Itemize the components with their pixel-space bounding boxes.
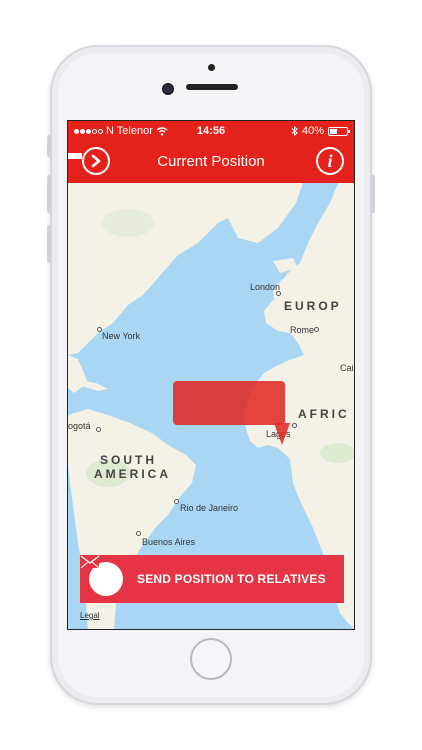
volume-up-button <box>47 175 51 213</box>
earpiece-speaker <box>186 84 238 90</box>
screen: N Telenor 14:56 40% Current Position i L… <box>67 120 355 630</box>
city-dot-buenos-aires <box>136 531 141 536</box>
battery-percent: 40% <box>301 125 324 137</box>
nav-bar: Current Position i <box>68 141 354 183</box>
front-camera <box>162 83 174 95</box>
map-label-london: London <box>250 282 281 292</box>
info-icon: i <box>327 150 333 171</box>
info-button[interactable]: i <box>316 147 344 175</box>
map-label-rome: Rome <box>290 325 315 335</box>
status-bar: N Telenor 14:56 40% <box>68 121 354 141</box>
bluetooth-icon <box>291 126 298 136</box>
silent-switch <box>47 135 51 157</box>
map-label-south: SOUTH <box>100 453 157 467</box>
battery-icon <box>328 126 350 136</box>
volume-down-button <box>47 225 51 263</box>
map-label-america: AMERICA <box>94 467 171 481</box>
city-dot-new-york <box>97 327 102 332</box>
home-button[interactable] <box>190 638 232 680</box>
envelope-icon <box>80 555 123 596</box>
city-dot-lagos <box>292 423 297 428</box>
map-label-africa: AFRIC <box>298 407 350 421</box>
legal-link[interactable]: Legal <box>80 611 100 620</box>
send-position-label: SEND POSITION TO RELATIVES <box>137 572 326 586</box>
send-position-button[interactable]: SEND POSITION TO RELATIVES <box>80 555 344 603</box>
page-title: Current Position <box>157 153 265 170</box>
map-label-new-york: New York <box>102 331 141 341</box>
position-callout[interactable] <box>173 381 285 425</box>
map-view[interactable]: London EUROP Rome Cai New York AFRIC Lag… <box>68 183 354 629</box>
sensor-dot <box>208 64 215 71</box>
position-pin-tail <box>274 423 290 445</box>
city-dot-rio <box>174 499 179 504</box>
city-dot-bogota <box>96 427 101 432</box>
map-label-rio: Rio de Janeiro <box>180 503 239 513</box>
map-label-bogota: ogotá <box>68 421 91 431</box>
city-dot-rome <box>314 327 319 332</box>
power-button <box>371 175 375 213</box>
map-label-europe: EUROP <box>284 299 342 313</box>
city-dot-london <box>276 291 281 296</box>
map-label-buenos-aires: Buenos Aires <box>142 537 196 547</box>
map-label-cairo: Cai <box>340 363 354 373</box>
